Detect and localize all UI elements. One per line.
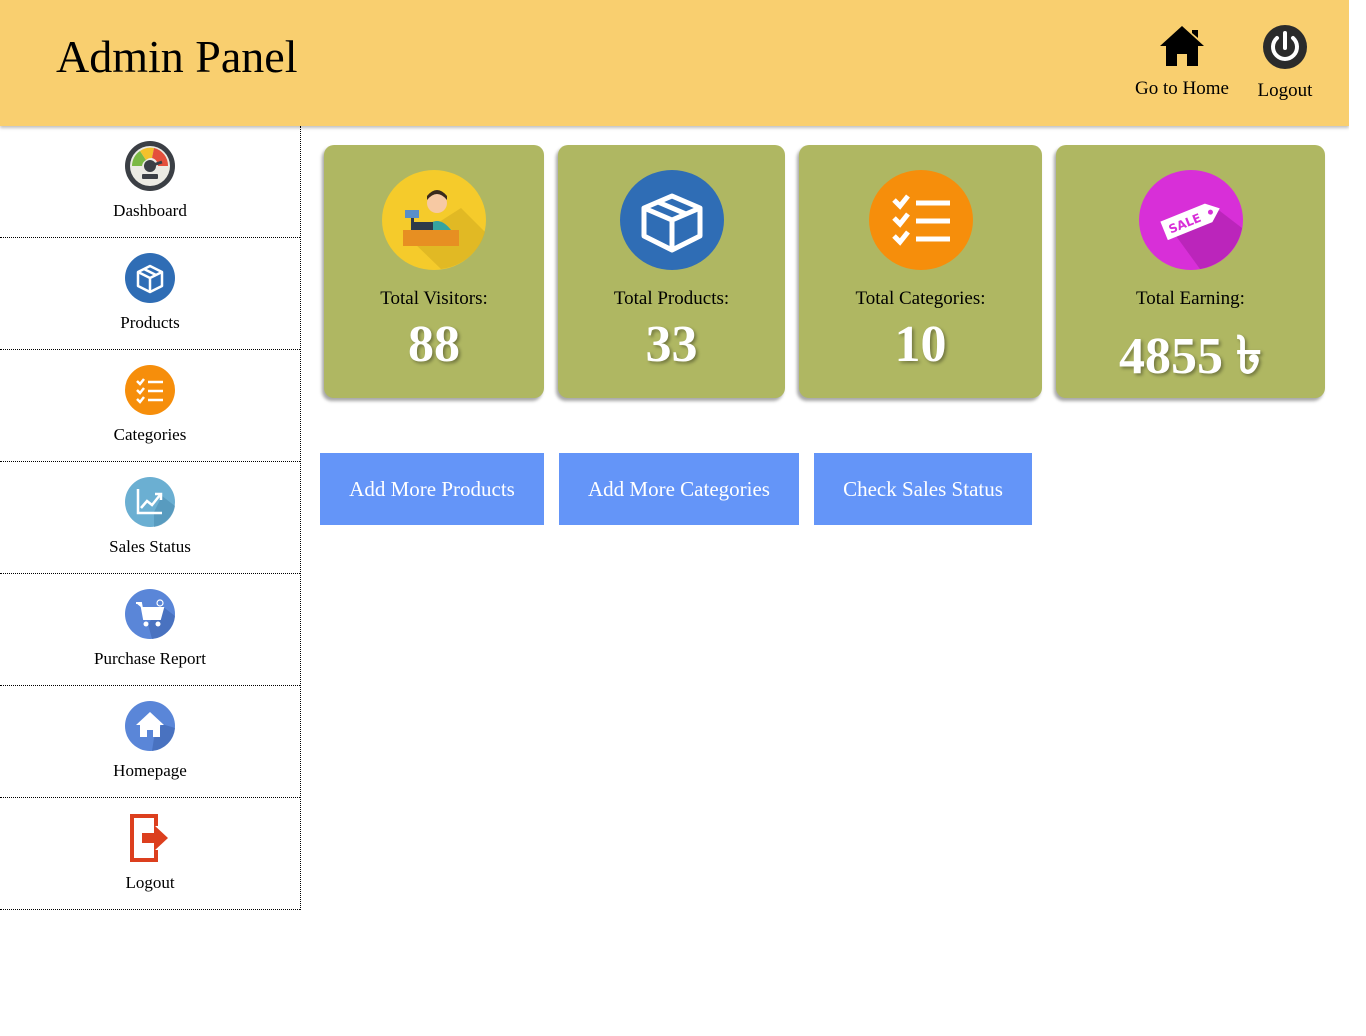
exit-icon xyxy=(124,812,176,864)
cashier-icon xyxy=(381,170,487,271)
stat-value: 10 xyxy=(894,316,947,373)
speedometer-icon xyxy=(124,140,176,192)
sidebar-item-label: Logout xyxy=(125,873,175,892)
chart-icon xyxy=(124,476,176,528)
stat-label: Total Products: xyxy=(613,288,730,309)
sale-tag-icon: SALE xyxy=(1138,170,1244,271)
header-bar: Admin Panel Go to Home Logout xyxy=(0,0,1349,126)
sidebar-item-label: Categories xyxy=(113,425,187,444)
header-logout-link[interactable]: Logout xyxy=(1252,24,1318,102)
go-home-label: Go to Home xyxy=(1135,78,1229,99)
sidebar-item-logout[interactable]: Logout xyxy=(0,798,300,910)
power-icon xyxy=(1252,24,1318,76)
sidebar-item-sales-status[interactable]: Sales Status xyxy=(0,462,300,574)
check-sales-button[interactable]: Check Sales Status xyxy=(814,453,1032,525)
page-title: Admin Panel xyxy=(56,31,298,82)
sidebar-item-label: Purchase Report xyxy=(94,649,206,668)
sidebar-item-categories[interactable]: Categories xyxy=(0,350,300,462)
sidebar-item-label: Sales Status xyxy=(109,537,191,556)
stat-label: Total Visitors: xyxy=(380,288,488,309)
sidebar-item-dashboard[interactable]: Dashboard xyxy=(0,126,300,238)
home-icon xyxy=(1130,24,1234,74)
stat-value: 33 xyxy=(645,316,698,373)
home-icon xyxy=(124,700,176,752)
stat-value: 4855 ৳ xyxy=(1119,328,1262,385)
sidebar-item-label: Products xyxy=(120,313,180,332)
go-home-link[interactable]: Go to Home xyxy=(1130,24,1234,100)
stat-card-categories: Total Categories: 10 xyxy=(799,145,1042,398)
box-icon xyxy=(124,252,176,304)
header-logout-label: Logout xyxy=(1257,80,1313,101)
stat-value: 88 xyxy=(408,316,460,373)
sidebar-item-products[interactable]: Products xyxy=(0,238,300,350)
stat-card-visitors: Total Visitors: 88 xyxy=(324,145,544,398)
stat-card-products: Total Products: 33 xyxy=(558,145,785,398)
sidebar-item-label: Dashboard xyxy=(113,201,187,220)
box-icon xyxy=(619,170,725,271)
sidebar: Dashboard Products Categories Sales Stat… xyxy=(0,126,301,910)
scrollbar[interactable] xyxy=(1349,0,1366,1036)
cart-icon xyxy=(124,588,176,640)
sidebar-item-purchase-report[interactable]: Purchase Report xyxy=(0,574,300,686)
add-products-button[interactable]: Add More Products xyxy=(320,453,544,525)
sidebar-item-label: Homepage xyxy=(113,761,187,780)
add-categories-button[interactable]: Add More Categories xyxy=(559,453,799,525)
stat-label: Total Earning: xyxy=(1136,288,1245,309)
stat-label: Total Categories: xyxy=(855,288,986,309)
checklist-icon xyxy=(868,170,974,271)
checklist-icon xyxy=(124,364,176,416)
sidebar-item-homepage[interactable]: Homepage xyxy=(0,686,300,798)
stat-card-earning: SALE Total Earning: 4855 ৳ xyxy=(1056,145,1325,398)
